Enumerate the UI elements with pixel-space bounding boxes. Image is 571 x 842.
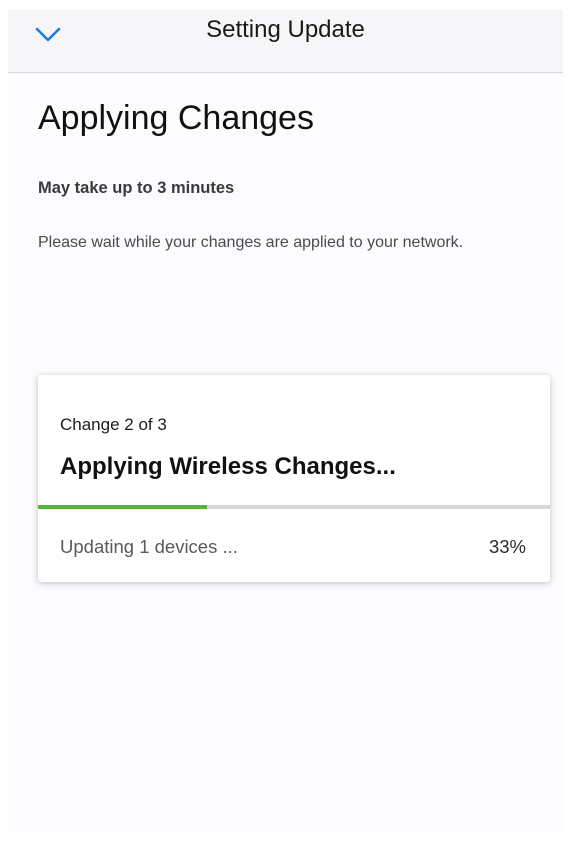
nav-title: Setting Update [206, 16, 365, 43]
page-description: Please wait while your changes are appli… [38, 234, 464, 251]
app-screen: Setting Update Applying Changes May take… [8, 10, 563, 832]
progress-bar-fill [38, 505, 207, 509]
progress-percent: 33% [488, 536, 526, 557]
update-status-text: Updating 1 devices ... [60, 536, 238, 557]
progress-bar [38, 505, 550, 509]
page-subtitle: May take up to 3 minutes [38, 179, 235, 197]
navigation-bar: Setting Update [8, 10, 563, 73]
progress-card: Change 2 of 3 Applying Wireless Changes.… [38, 375, 550, 582]
change-heading: Applying Wireless Changes... [60, 453, 396, 480]
change-step-label: Change 2 of 3 [60, 415, 167, 434]
page-title: Applying Changes [38, 99, 314, 137]
